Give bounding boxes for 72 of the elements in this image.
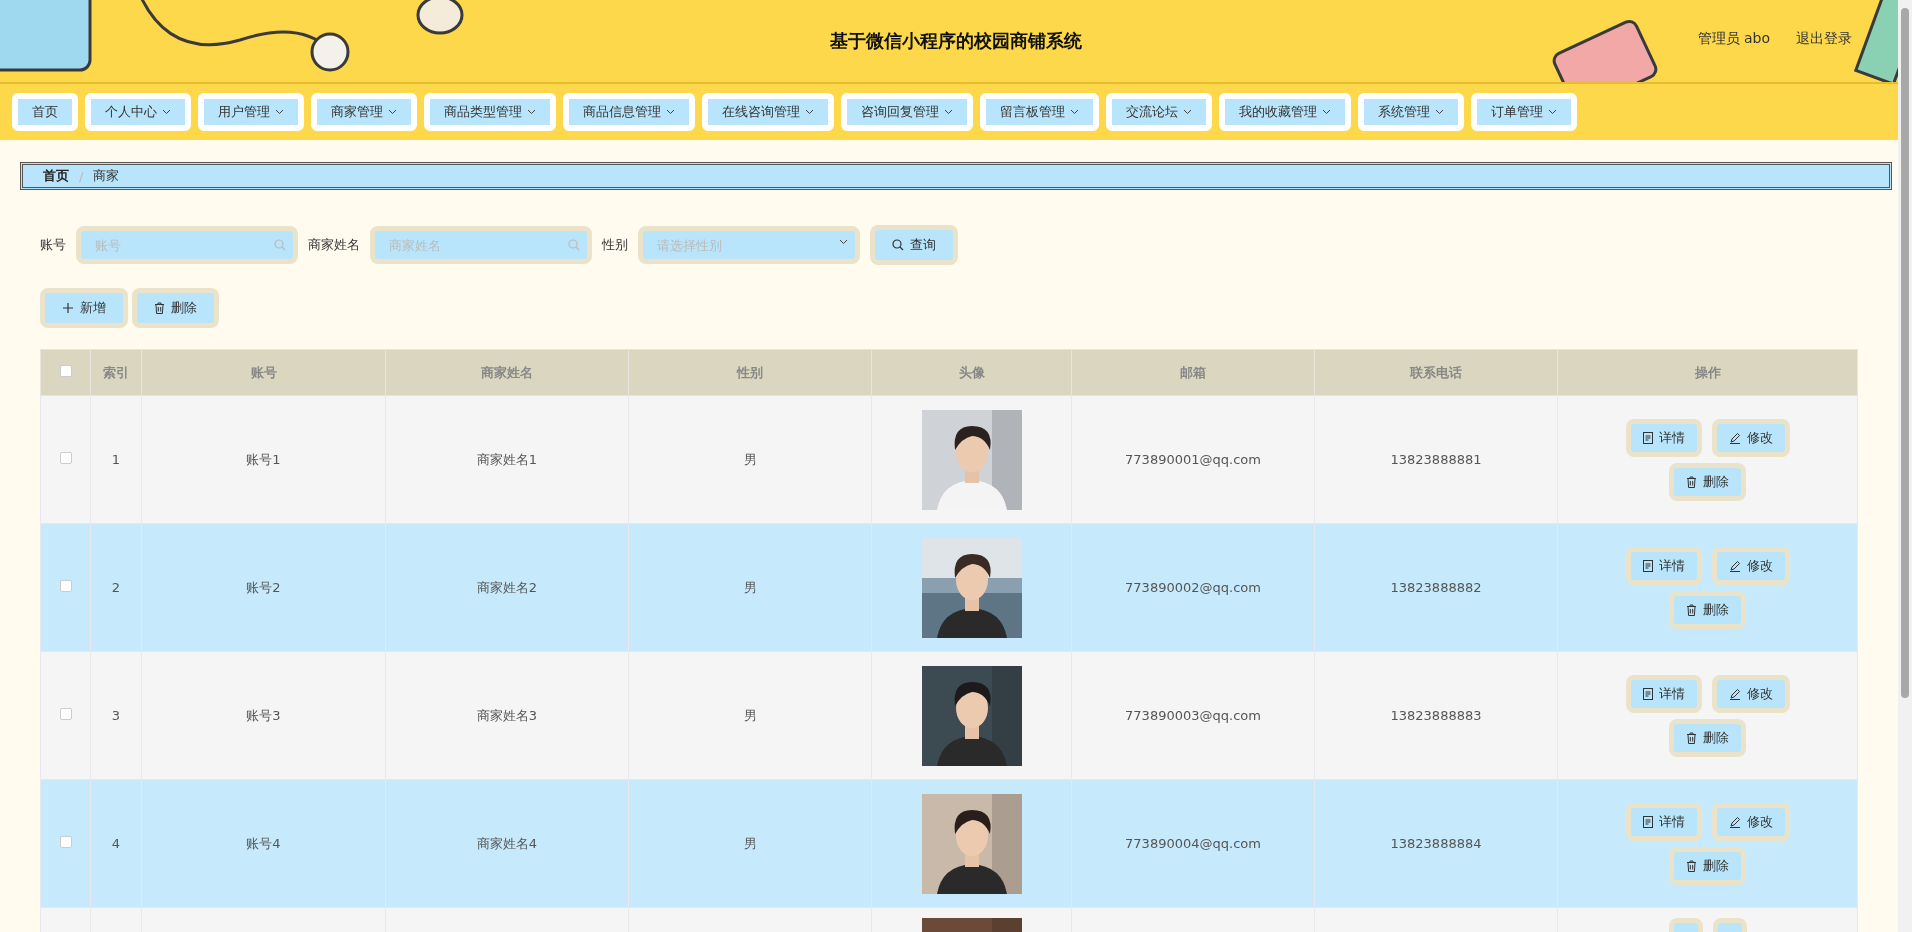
- nav-menu-item[interactable]: 我的收藏管理: [1219, 93, 1351, 131]
- input-field[interactable]: 账号: [76, 226, 298, 264]
- table-cell: 2: [90, 523, 142, 652]
- column-header: 联系电话: [1314, 349, 1558, 396]
- delete-button[interactable]: 删除: [1669, 846, 1746, 885]
- nav-menu-item[interactable]: 商家管理: [311, 93, 417, 131]
- table-cell: 男: [628, 779, 872, 908]
- table-cell: 男: [628, 523, 872, 652]
- nav-menu-item[interactable]: 个人中心: [85, 93, 191, 131]
- edit-button[interactable]: 修改: [1711, 418, 1790, 457]
- field-label: 性别: [602, 236, 628, 254]
- edit-button[interactable]: 修改: [1711, 546, 1790, 585]
- nav-menu-item[interactable]: 咨询回复管理: [841, 93, 973, 131]
- column-header: 索引: [90, 349, 142, 396]
- column-header: 操作: [1557, 349, 1858, 396]
- column-header: 头像: [871, 349, 1072, 396]
- delete-button[interactable]: 删除: [1669, 462, 1746, 501]
- field-label: 账号: [40, 236, 66, 254]
- table-cell: 773890002@qq.com: [1071, 523, 1315, 652]
- column-header: 商家姓名: [385, 349, 629, 396]
- delete-button[interactable]: 删除: [1669, 590, 1746, 629]
- column-header: 邮箱: [1071, 349, 1315, 396]
- search-button[interactable]: 查询: [870, 225, 958, 265]
- table-cell: 账号3: [141, 651, 386, 780]
- nav-menu-item[interactable]: 首页: [12, 93, 78, 131]
- delete-button[interactable]: 删除: [1669, 718, 1746, 757]
- column-header: 性别: [628, 349, 872, 396]
- table-cell: 4: [90, 779, 142, 908]
- column-header: 账号: [141, 349, 386, 396]
- select-field[interactable]: 请选择性别: [638, 226, 860, 264]
- table-cell: 13823888882: [1314, 523, 1558, 652]
- table-cell: 男: [628, 395, 872, 524]
- delete-button[interactable]: 删除: [132, 288, 219, 328]
- table-cell: 商家姓名4: [385, 779, 629, 908]
- edit-button[interactable]: 修改: [1711, 802, 1790, 841]
- nav-menu-item[interactable]: 在线咨询管理: [702, 93, 834, 131]
- table-cell: 3: [90, 651, 142, 780]
- edit-button[interactable]: 修改: [1711, 674, 1790, 713]
- table-cell: 13823888884: [1314, 779, 1558, 908]
- table-cell: 商家姓名2: [385, 523, 629, 652]
- breadcrumb-current: 商家: [93, 167, 120, 185]
- table-cell: 商家姓名1: [385, 395, 629, 524]
- nav-menu-item[interactable]: 系统管理: [1358, 93, 1464, 131]
- table-cell: 账号1: [141, 395, 386, 524]
- nav-menu-item[interactable]: 商品类型管理: [424, 93, 556, 131]
- nav-menu-item[interactable]: 商品信息管理: [563, 93, 695, 131]
- table-cell: 13823888881: [1314, 395, 1558, 524]
- table-cell: 773890001@qq.com: [1071, 395, 1315, 524]
- logout-link[interactable]: 退出登录: [1796, 30, 1852, 48]
- table-cell: 账号4: [141, 779, 386, 908]
- table-cell: 账号2: [141, 523, 386, 652]
- user-label: 管理员 abo: [1697, 30, 1770, 48]
- table-cell: 773890003@qq.com: [1071, 651, 1315, 780]
- input-field[interactable]: 商家姓名: [370, 226, 592, 264]
- table-cell: 773890004@qq.com: [1071, 779, 1315, 908]
- breadcrumb-link[interactable]: 首页: [43, 167, 69, 185]
- add-button[interactable]: 新增: [40, 288, 128, 328]
- detail-button[interactable]: 详情: [1625, 418, 1702, 457]
- detail-button[interactable]: 详情: [1625, 802, 1702, 841]
- nav-menu-item[interactable]: 订单管理: [1471, 93, 1577, 131]
- breadcrumb-separator: /: [79, 168, 84, 184]
- nav-menu-item[interactable]: 留言板管理: [980, 93, 1099, 131]
- table-cell: 商家姓名3: [385, 651, 629, 780]
- nav-menu-item[interactable]: 用户管理: [198, 93, 304, 131]
- nav-menu-item[interactable]: 交流论坛: [1106, 93, 1212, 131]
- app-title: 基于微信小程序的校园商铺系统: [830, 29, 1082, 53]
- table-cell: 13823888883: [1314, 651, 1558, 780]
- detail-button[interactable]: 详情: [1625, 546, 1702, 585]
- table-cell: 1: [90, 395, 142, 524]
- field-label: 商家姓名: [308, 236, 360, 254]
- detail-button[interactable]: 详情: [1625, 674, 1702, 713]
- table-cell: 男: [628, 651, 872, 780]
